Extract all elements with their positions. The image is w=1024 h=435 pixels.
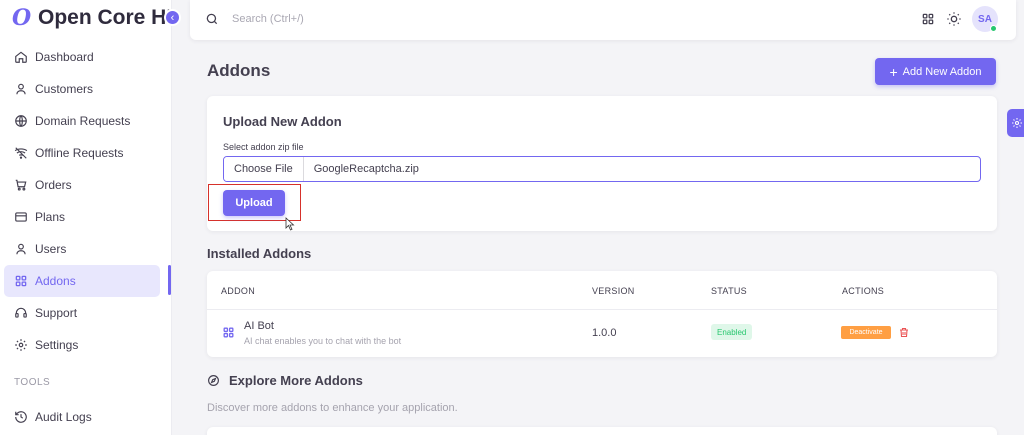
choose-file-button[interactable]: Choose File	[224, 157, 304, 181]
history-icon	[14, 410, 28, 424]
status-badge: Enabled	[711, 324, 753, 340]
sidebar-item-users[interactable]: Users	[0, 233, 172, 265]
explore-addons-title: Explore More Addons	[207, 373, 363, 388]
addon-description: AI chat enables you to chat with the bot	[244, 336, 402, 346]
file-field-label: Select addon zip file	[223, 142, 304, 152]
gear-icon	[14, 338, 28, 352]
upload-card-title: Upload New Addon	[223, 114, 342, 129]
mouse-cursor-icon	[285, 217, 295, 231]
credit-card-icon	[14, 210, 28, 224]
selected-file-name: GoogleRecaptcha.zip	[313, 163, 419, 175]
brand-name: Open Core HR	[38, 6, 170, 29]
online-status-dot	[990, 25, 997, 32]
chevron-left-icon[interactable]: ‹	[164, 9, 181, 26]
trash-icon[interactable]	[898, 326, 910, 339]
column-header-actions: ACTIONS	[842, 286, 885, 296]
sidebar-item-label: Customers	[35, 82, 94, 96]
sidebar-item-settings[interactable]: Settings	[0, 329, 172, 361]
sidebar-item-orders[interactable]: Orders	[0, 169, 172, 201]
customizer-gear-icon[interactable]	[1007, 109, 1024, 137]
sidebar-item-addons[interactable]: Addons	[4, 265, 160, 297]
plus-icon: +	[889, 63, 898, 80]
upload-addon-card: Upload New Addon Select addon zip file C…	[207, 96, 997, 231]
explore-addons-card	[207, 427, 997, 435]
column-header-addon: ADDON	[221, 286, 256, 296]
addon-file-input[interactable]: Choose File GoogleRecaptcha.zip	[223, 156, 981, 182]
sidebar-item-label: Users	[35, 242, 67, 256]
sidebar-item-audit-logs[interactable]: Audit Logs	[0, 401, 172, 433]
sidebar-item-label: Orders	[35, 178, 72, 192]
page-title: Addons	[207, 61, 271, 80]
table-divider	[207, 309, 997, 310]
installed-addons-table: ADDON VERSION STATUS ACTIONS AI Bot AI c…	[207, 271, 997, 357]
home-icon	[14, 50, 28, 64]
sidebar-item-label: Audit Logs	[35, 410, 92, 424]
brand-logo: O	[12, 5, 32, 31]
cart-icon	[14, 178, 28, 192]
explore-title-label: Explore More Addons	[229, 373, 363, 388]
deactivate-button[interactable]: Deactivate	[841, 326, 891, 339]
wifi-off-icon	[14, 146, 28, 160]
sidebar-item-customers[interactable]: Customers	[0, 73, 172, 105]
headset-icon	[14, 306, 28, 320]
column-header-version: VERSION	[592, 286, 635, 296]
brand[interactable]: O Open Core HR	[12, 5, 184, 31]
user-icon	[14, 242, 28, 256]
apps-icon	[14, 274, 28, 288]
addon-name: AI Bot	[244, 320, 274, 332]
sidebar-item-support[interactable]: Support	[0, 297, 172, 329]
sidebar-item-label: Domain Requests	[35, 114, 131, 128]
sidebar-item-label: Support	[35, 306, 78, 320]
sidebar-item-domain-requests[interactable]: Domain Requests	[0, 105, 172, 137]
user-icon	[14, 82, 28, 96]
active-indicator	[168, 265, 171, 295]
sidebar-item-label: Addons	[35, 274, 76, 288]
sidebar-item-label: Dashboard	[35, 50, 94, 64]
sun-icon[interactable]	[946, 11, 962, 27]
upload-button[interactable]: Upload	[223, 190, 285, 216]
sidebar-section-tools: TOOLS	[14, 377, 51, 388]
explore-description: Discover more addons to enhance your app…	[207, 402, 458, 414]
sidebar-item-plans[interactable]: Plans	[0, 201, 172, 233]
search-icon	[205, 12, 219, 26]
shortcuts-icon[interactable]	[921, 12, 935, 26]
add-new-addon-button[interactable]: + Add New Addon	[875, 58, 996, 85]
sidebar-item-label: Offline Requests	[35, 146, 124, 160]
add-new-addon-label: Add New Addon	[902, 65, 982, 78]
sidebar-nav: Dashboard Customers Domain Requests Offl…	[0, 41, 172, 361]
search-input[interactable]	[232, 10, 432, 28]
compass-icon	[208, 375, 219, 386]
sidebar-item-label: Settings	[35, 338, 79, 352]
topbar: SA	[190, 0, 1016, 40]
sidebar: O Open Core HR Dashboard Customers Domai…	[0, 0, 172, 435]
globe-icon	[14, 114, 28, 128]
addon-version: 1.0.0	[592, 327, 617, 339]
installed-addons-title: Installed Addons	[207, 246, 312, 261]
sidebar-item-offline-requests[interactable]: Offline Requests	[0, 137, 172, 169]
sidebar-item-label: Plans	[35, 210, 66, 224]
apps-icon	[222, 326, 235, 339]
column-header-status: STATUS	[711, 286, 747, 296]
sidebar-item-dashboard[interactable]: Dashboard	[0, 41, 172, 73]
